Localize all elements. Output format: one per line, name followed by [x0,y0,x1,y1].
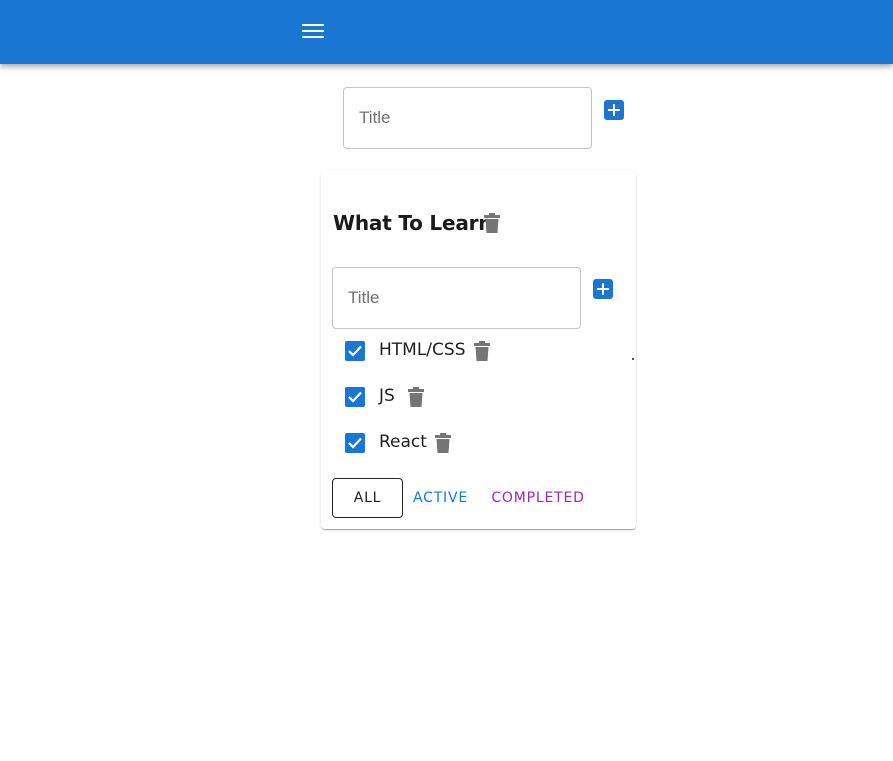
trash-icon [484,213,500,233]
task-checkbox[interactable] [345,387,365,407]
delete-list-button[interactable] [484,213,500,233]
add-box-icon [597,283,609,295]
trash-icon [408,387,424,407]
filter-completed-button[interactable]: COMPLETED [483,478,593,518]
add-box-icon [608,104,620,116]
new-list-title-input[interactable] [344,88,591,148]
todolist-title: What To Learn [333,211,493,235]
stray-dot [632,358,634,360]
task-label[interactable]: React [379,432,427,452]
filter-all-button[interactable]: ALL [332,478,403,518]
trash-icon [435,433,451,453]
task-label[interactable]: JS [379,386,395,406]
task-checkbox[interactable] [345,341,365,361]
delete-task-button[interactable] [408,387,424,407]
check-icon [348,345,362,357]
delete-task-button[interactable] [474,341,490,361]
check-icon [348,391,362,403]
task-item: JS [321,382,621,412]
check-icon [348,437,362,449]
trash-icon [474,341,490,361]
task-item: HTML/CSS [321,336,621,366]
new-list-title-field[interactable] [343,87,592,149]
task-label[interactable]: HTML/CSS [379,340,466,360]
menu-icon [302,24,324,38]
task-checkbox[interactable] [345,433,365,453]
task-item: React [321,428,621,458]
add-list-button[interactable] [604,100,624,120]
menu-button[interactable] [296,14,330,48]
delete-task-button[interactable] [435,433,451,453]
todolist-card: What To Learn HTML/CSS [321,171,636,529]
new-task-title-field[interactable] [332,267,581,329]
new-task-title-input[interactable] [333,268,580,328]
add-task-button[interactable] [593,279,613,299]
filter-active-button[interactable]: ACTIVE [405,478,476,518]
app-bar [0,0,893,64]
